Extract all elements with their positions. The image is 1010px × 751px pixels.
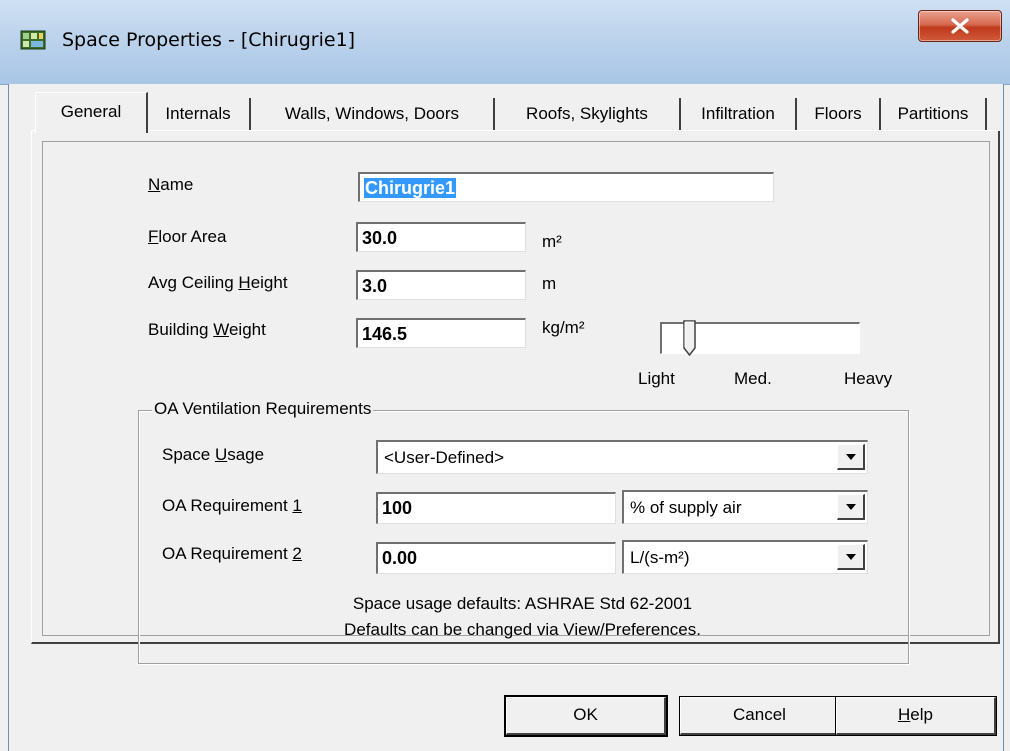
oa-requirement-1-input[interactable]: 100 bbox=[376, 492, 616, 524]
chevron-down-icon bbox=[846, 454, 856, 460]
tab-roofs-skylights[interactable]: Roofs, Skylights bbox=[495, 98, 681, 130]
app-icon bbox=[20, 28, 46, 52]
close-button[interactable] bbox=[918, 10, 1002, 42]
tab-label: General bbox=[60, 102, 122, 121]
tab-label: Partitions bbox=[897, 104, 969, 123]
space-usage-select[interactable]: <User-Defined> bbox=[376, 440, 868, 474]
help-button-label: elp bbox=[910, 705, 933, 724]
help-button-mnemonic: H bbox=[898, 705, 911, 724]
building-weight-label: Building Weight bbox=[148, 320, 266, 339]
ceiling-height-input[interactable]: 3.0 bbox=[356, 270, 526, 300]
name-input-value: Chirugrie1 bbox=[364, 178, 457, 198]
oa-requirement-2-dropdown-button[interactable] bbox=[837, 544, 865, 570]
floor-area-value: 30.0 bbox=[362, 228, 398, 248]
oa-requirement-2-label: OA Requirement 2 bbox=[162, 544, 302, 563]
oa-requirement-2-value: 0.00 bbox=[382, 548, 418, 568]
help-button[interactable]: Help bbox=[835, 696, 997, 736]
preferences-note: Defaults can be changed via View/Prefere… bbox=[344, 620, 701, 639]
tab-label: Internals bbox=[165, 104, 231, 123]
floor-area-unit: m² bbox=[542, 232, 562, 251]
tab-label: Infiltration bbox=[701, 104, 775, 123]
name-label: Name bbox=[148, 175, 194, 194]
tab-general[interactable]: General bbox=[35, 92, 148, 133]
ok-button[interactable]: OK bbox=[504, 695, 668, 737]
oa-requirement-1-value: 100 bbox=[382, 498, 413, 518]
slider-label-light: Light bbox=[638, 369, 675, 388]
dialog-window: Space Properties - [Chirugrie1] General … bbox=[0, 0, 1010, 751]
name-input[interactable]: Chirugrie1 bbox=[358, 172, 774, 202]
tab-label: Roofs, Skylights bbox=[526, 104, 648, 123]
slider-thumb[interactable] bbox=[683, 320, 697, 356]
building-weight-value: 146.5 bbox=[362, 324, 408, 344]
oa-requirement-1-unit-select[interactable]: % of supply air bbox=[622, 490, 868, 524]
usage-defaults-note: Space usage defaults: ASHRAE Std 62-2001 bbox=[352, 594, 693, 613]
oa-requirement-2-input[interactable]: 0.00 bbox=[376, 542, 616, 574]
close-icon bbox=[951, 18, 969, 34]
tab-label: Walls, Windows, Doors bbox=[284, 104, 460, 123]
space-usage-label: Space Usage bbox=[162, 445, 265, 464]
tab-walls-windows-doors[interactable]: Walls, Windows, Doors bbox=[251, 98, 495, 130]
title-bar[interactable]: Space Properties - [Chirugrie1] bbox=[0, 0, 1010, 85]
oa-ventilation-group-title: OA Ventilation Requirements bbox=[152, 399, 374, 419]
floor-area-input[interactable]: 30.0 bbox=[356, 222, 526, 252]
oa-requirement-2-unit: L/(s-m²) bbox=[630, 548, 690, 567]
tab-infiltration[interactable]: Infiltration bbox=[681, 98, 797, 130]
oa-requirement-1-label: OA Requirement 1 bbox=[162, 496, 302, 515]
space-usage-dropdown-button[interactable] bbox=[837, 444, 865, 470]
slider-label-heavy: Heavy bbox=[844, 369, 893, 388]
building-weight-input[interactable]: 146.5 bbox=[356, 318, 526, 348]
tab-floors[interactable]: Floors bbox=[797, 98, 881, 130]
slider-label-med: Med. bbox=[734, 369, 772, 388]
floor-area-label: Floor Area bbox=[148, 227, 227, 246]
oa-requirement-1-dropdown-button[interactable] bbox=[837, 494, 865, 520]
window-title: Space Properties - [Chirugrie1] bbox=[62, 29, 356, 51]
oa-requirement-2-unit-select[interactable]: L/(s-m²) bbox=[622, 540, 868, 574]
ceiling-height-label: Avg Ceiling Height bbox=[148, 273, 288, 292]
oa-requirement-1-unit: % of supply air bbox=[630, 498, 742, 517]
cancel-button[interactable]: Cancel bbox=[679, 696, 841, 736]
tab-label: Floors bbox=[814, 104, 862, 123]
space-usage-value: <User-Defined> bbox=[384, 448, 505, 467]
ceiling-height-value: 3.0 bbox=[362, 276, 388, 296]
building-weight-unit: kg/m² bbox=[542, 318, 585, 337]
tab-partitions[interactable]: Partitions bbox=[881, 98, 987, 130]
tab-internals[interactable]: Internals bbox=[147, 98, 251, 130]
chevron-down-icon bbox=[846, 554, 856, 560]
chevron-down-icon bbox=[846, 504, 856, 510]
ceiling-height-unit: m bbox=[542, 274, 557, 293]
